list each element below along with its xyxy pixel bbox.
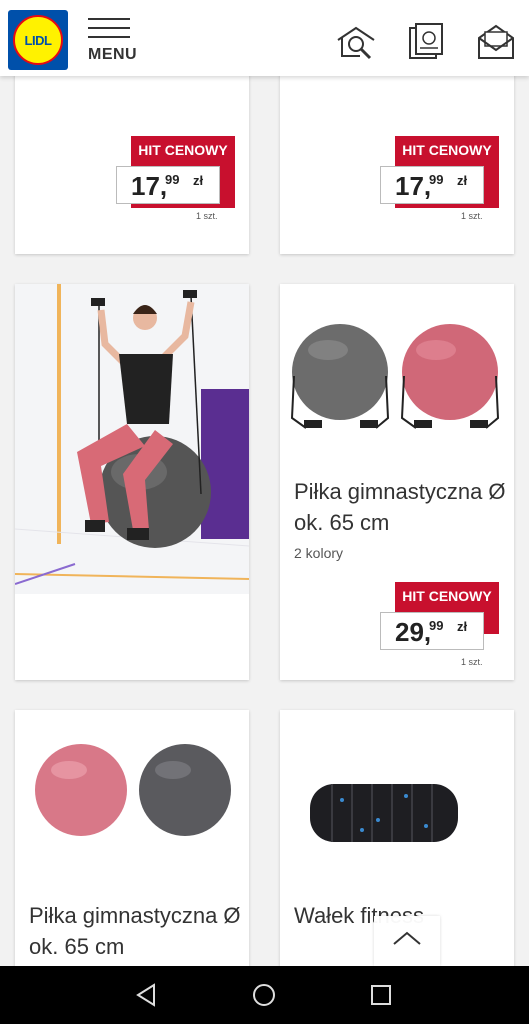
price-box: 17, 99 zł: [116, 166, 220, 204]
recents-icon[interactable]: [370, 984, 392, 1006]
system-navigation-bar: [0, 966, 529, 1024]
chevron-up-icon: [393, 931, 421, 945]
product-title-line1: Piłka gimnastyczna Ø: [294, 479, 506, 504]
product-card[interactable]: Piłka gimnastyczna Ø ok. 65 cm 2 kolory …: [280, 284, 514, 680]
price-integer: 29,: [395, 617, 432, 647]
product-title-line1: Piłka gimnastyczna Ø: [29, 903, 241, 928]
massage-balls-image: [35, 744, 231, 836]
unit-label: 1 szt.: [196, 211, 218, 221]
price-decimal: 99: [429, 172, 444, 187]
menu-label: MENU: [88, 46, 138, 63]
product-card-photo[interactable]: [14, 284, 250, 680]
leaflet-icon[interactable]: [406, 22, 446, 62]
back-icon[interactable]: [134, 983, 158, 1007]
woman-on-fitness-ball-photo: [14, 284, 250, 594]
price-currency: zł: [457, 619, 468, 634]
price-integer: 17,: [131, 171, 168, 201]
price-box: 29, 99 zł: [380, 612, 484, 650]
unit-label: 1 szt.: [461, 211, 483, 221]
product-card[interactable]: HIT CENOWY 17, 99 zł 1 szt.: [280, 76, 514, 254]
hit-cenowy-badge: HIT CENOWY: [395, 582, 499, 610]
product-card[interactable]: Piłka gimnastyczna Ø ok. 65 cm: [15, 710, 249, 966]
product-title-line2: ok. 65 cm: [29, 934, 125, 959]
logo-text: LIDL: [24, 32, 52, 48]
home-icon[interactable]: [252, 983, 276, 1007]
scroll-to-top-button[interactable]: [374, 916, 440, 966]
hamburger-line: [88, 27, 130, 29]
product-title-line2: ok. 65 cm: [294, 510, 390, 535]
unit-label: 1 szt.: [461, 657, 483, 667]
hit-cenowy-badge: HIT CENOWY: [131, 136, 235, 164]
price-currency: zł: [457, 173, 468, 188]
logo-circle: LIDL: [13, 15, 63, 65]
app-header: LIDL MENU: [0, 0, 529, 76]
price-decimal: 99: [429, 618, 444, 633]
price-currency: zł: [193, 173, 204, 188]
search-house-icon[interactable]: [336, 22, 376, 62]
fitness-balls-image: [290, 324, 500, 429]
product-card[interactable]: HIT CENOWY 17, 99 zł 1 szt.: [15, 76, 249, 254]
lidl-logo[interactable]: LIDL: [8, 10, 68, 70]
product-grid: HIT CENOWY 17, 99 zł 1 szt. HIT CENOWY 1…: [0, 76, 529, 966]
menu-button[interactable]: MENU: [86, 16, 137, 64]
hamburger-line: [88, 36, 130, 38]
price-box: 17, 99 zł: [380, 166, 484, 204]
foam-roller-image: [310, 784, 458, 842]
price-integer: 17,: [395, 171, 432, 201]
hamburger-icon: [88, 18, 130, 20]
hit-cenowy-badge: HIT CENOWY: [395, 136, 499, 164]
price-decimal: 99: [165, 172, 180, 187]
product-subtitle: 2 kolory: [294, 545, 344, 561]
newsletter-icon[interactable]: [476, 22, 516, 62]
